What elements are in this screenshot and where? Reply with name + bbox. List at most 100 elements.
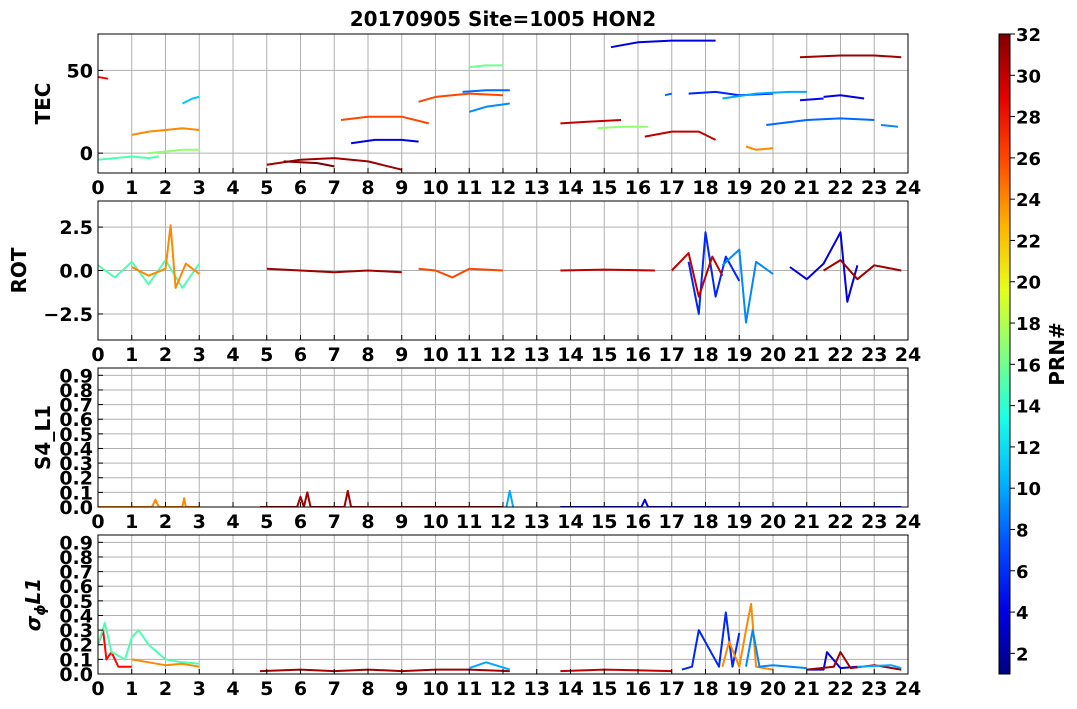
y-tick-label: −2.5 bbox=[43, 304, 93, 326]
x-tick-label: 7 bbox=[328, 177, 341, 199]
x-tick-label: 20 bbox=[760, 678, 786, 700]
x-tick-label: 11 bbox=[456, 678, 482, 700]
x-tick-label: 19 bbox=[726, 511, 752, 533]
x-tick-label: 16 bbox=[625, 511, 651, 533]
x-tick-label: 3 bbox=[193, 511, 206, 533]
x-tick-label: 17 bbox=[659, 344, 685, 366]
x-tick-label: 12 bbox=[490, 511, 516, 533]
x-tick-label: 0 bbox=[91, 177, 104, 199]
x-tick-label: 1 bbox=[125, 177, 138, 199]
x-tick-label: 5 bbox=[260, 678, 273, 700]
colorbar-gradient bbox=[998, 33, 1011, 675]
x-tick-label: 11 bbox=[456, 177, 482, 199]
x-tick-label: 9 bbox=[395, 678, 408, 700]
x-tick-label: 23 bbox=[861, 177, 887, 199]
x-tick-label: 4 bbox=[226, 511, 239, 533]
x-tick-label: 6 bbox=[294, 344, 307, 366]
x-tick-label: 24 bbox=[895, 344, 921, 366]
x-tick-label: 0 bbox=[91, 678, 104, 700]
x-tick-label: 20 bbox=[760, 511, 786, 533]
x-tick-label: 11 bbox=[456, 344, 482, 366]
y-tick-label: 0 bbox=[80, 143, 93, 165]
x-tick-label: 6 bbox=[294, 511, 307, 533]
x-tick-label: 13 bbox=[524, 177, 550, 199]
y-axis-label: ROT bbox=[7, 247, 31, 293]
x-tick-label: 22 bbox=[827, 177, 853, 199]
colorbar-tick-label: 22 bbox=[1016, 231, 1041, 252]
colorbar-tick-label: 4 bbox=[1016, 603, 1029, 624]
x-tick-label: 8 bbox=[361, 177, 374, 199]
x-tick-label: 1 bbox=[125, 511, 138, 533]
panel-1: 0 1 2 3 4 5 6 7 8 9 10 11 12 13 14 15 16 17 18 19 20 21 22 23 24… bbox=[31, 33, 921, 199]
x-tick-label: 2 bbox=[159, 511, 172, 533]
x-tick-label: 10 bbox=[422, 511, 448, 533]
x-tick-label: 1 bbox=[125, 678, 138, 700]
x-tick-label: 16 bbox=[625, 344, 651, 366]
x-tick-label: 15 bbox=[591, 678, 617, 700]
x-tick-label: 7 bbox=[328, 344, 341, 366]
x-tick-label: 9 bbox=[395, 344, 408, 366]
x-tick-label: 4 bbox=[226, 177, 239, 199]
x-tick-label: 15 bbox=[591, 177, 617, 199]
y-tick-label: 2.5 bbox=[59, 217, 93, 239]
x-tick-label: 23 bbox=[861, 511, 887, 533]
x-tick-label: 13 bbox=[524, 511, 550, 533]
series-line-prn-30 bbox=[560, 268, 655, 272]
x-tick-label: 14 bbox=[557, 177, 583, 199]
x-tick-label: 2 bbox=[159, 177, 172, 199]
x-tick-label: 3 bbox=[193, 678, 206, 700]
x-tick-label: 5 bbox=[260, 511, 273, 533]
x-tick-label: 15 bbox=[591, 344, 617, 366]
x-tick-label: 8 bbox=[361, 678, 374, 700]
y-axis-label: TEC bbox=[31, 83, 55, 125]
x-tick-label: 22 bbox=[827, 511, 853, 533]
x-tick-label: 16 bbox=[625, 177, 651, 199]
colorbar-tick-label: 24 bbox=[1016, 190, 1041, 211]
y-axis-label: S4_L1 bbox=[31, 405, 55, 470]
colorbar-tick-label: 18 bbox=[1016, 314, 1041, 335]
colorbar-tick-label: 2 bbox=[1016, 644, 1029, 665]
colorbar-tick-label: 14 bbox=[1016, 397, 1041, 418]
x-tick-label: 23 bbox=[861, 678, 887, 700]
x-tick-label: 12 bbox=[490, 678, 516, 700]
x-tick-label: 2 bbox=[159, 344, 172, 366]
x-tick-label: 23 bbox=[861, 344, 887, 366]
colorbar-tick-label: 20 bbox=[1016, 273, 1041, 294]
x-tick-label: 16 bbox=[625, 678, 651, 700]
x-tick-label: 14 bbox=[557, 511, 583, 533]
colorbar-tick-label: 30 bbox=[1016, 66, 1041, 87]
x-tick-label: 12 bbox=[490, 177, 516, 199]
x-tick-label: 4 bbox=[226, 678, 239, 700]
x-tick-label: 10 bbox=[422, 344, 448, 366]
x-tick-label: 14 bbox=[557, 678, 583, 700]
y-axis-label: σϕL1 bbox=[21, 578, 49, 631]
x-tick-label: 11 bbox=[456, 511, 482, 533]
x-tick-label: 22 bbox=[827, 678, 853, 700]
x-tick-label: 24 bbox=[895, 678, 921, 700]
colorbar-tick-label: 12 bbox=[1016, 438, 1041, 459]
x-tick-label: 21 bbox=[794, 678, 820, 700]
x-tick-label: 18 bbox=[692, 177, 718, 199]
x-tick-label: 10 bbox=[422, 678, 448, 700]
colorbar: 2468101214161820222426283032PRN# bbox=[998, 25, 1069, 675]
x-tick-label: 5 bbox=[260, 177, 273, 199]
x-tick-label: 0 bbox=[91, 344, 104, 366]
x-tick-label: 3 bbox=[193, 177, 206, 199]
x-tick-label: 8 bbox=[361, 511, 374, 533]
x-tick-label: 0 bbox=[91, 511, 104, 533]
chart-title: 20170905 Site=1005 HON2 bbox=[350, 7, 656, 31]
x-tick-label: 13 bbox=[524, 344, 550, 366]
x-tick-label: 20 bbox=[760, 344, 786, 366]
y-tick-label: 0.9 bbox=[59, 532, 93, 554]
x-tick-label: 18 bbox=[692, 511, 718, 533]
x-tick-label: 3 bbox=[193, 344, 206, 366]
colorbar-tick-label: 26 bbox=[1016, 149, 1041, 170]
x-tick-label: 19 bbox=[726, 678, 752, 700]
x-tick-label: 13 bbox=[524, 678, 550, 700]
x-tick-label: 18 bbox=[692, 344, 718, 366]
x-tick-label: 5 bbox=[260, 344, 273, 366]
x-tick-label: 6 bbox=[294, 177, 307, 199]
x-tick-label: 9 bbox=[395, 511, 408, 533]
x-tick-label: 20 bbox=[760, 177, 786, 199]
colorbar-tick-label: 28 bbox=[1016, 108, 1041, 129]
